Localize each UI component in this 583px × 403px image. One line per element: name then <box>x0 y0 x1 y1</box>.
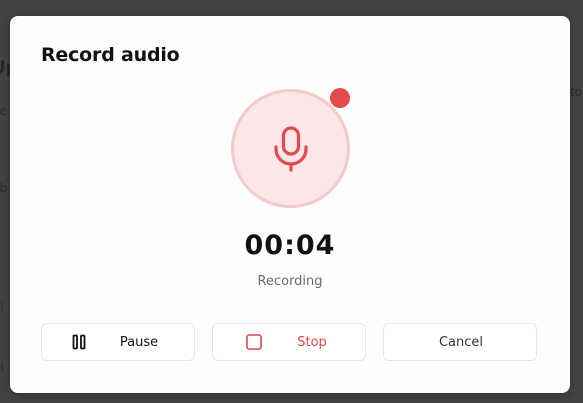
underlying-text: ub <box>0 181 8 195</box>
microphone-indicator <box>231 89 350 208</box>
underlying-text: to <box>570 85 583 99</box>
pause-button[interactable]: Pause <box>41 323 195 361</box>
underlying-text: he <box>0 104 7 118</box>
recording-timer: 00:04 <box>244 230 336 261</box>
record-audio-dialog: Record audio 00:04 Recording Pause Stop … <box>10 16 570 393</box>
cancel-button-label: Cancel <box>438 335 484 350</box>
recording-dot-indicator <box>330 88 350 108</box>
recording-status: Recording <box>257 274 323 289</box>
cancel-button[interactable]: Cancel <box>383 323 537 361</box>
underlying-text: di <box>0 300 4 315</box>
stop-button-label: Stop <box>297 335 327 350</box>
dialog-title: Record audio <box>41 44 180 66</box>
pause-button-label: Pause <box>119 335 159 350</box>
microphone-icon <box>274 126 308 172</box>
underlying-text: di <box>0 360 4 375</box>
stop-button[interactable]: Stop <box>212 323 366 361</box>
